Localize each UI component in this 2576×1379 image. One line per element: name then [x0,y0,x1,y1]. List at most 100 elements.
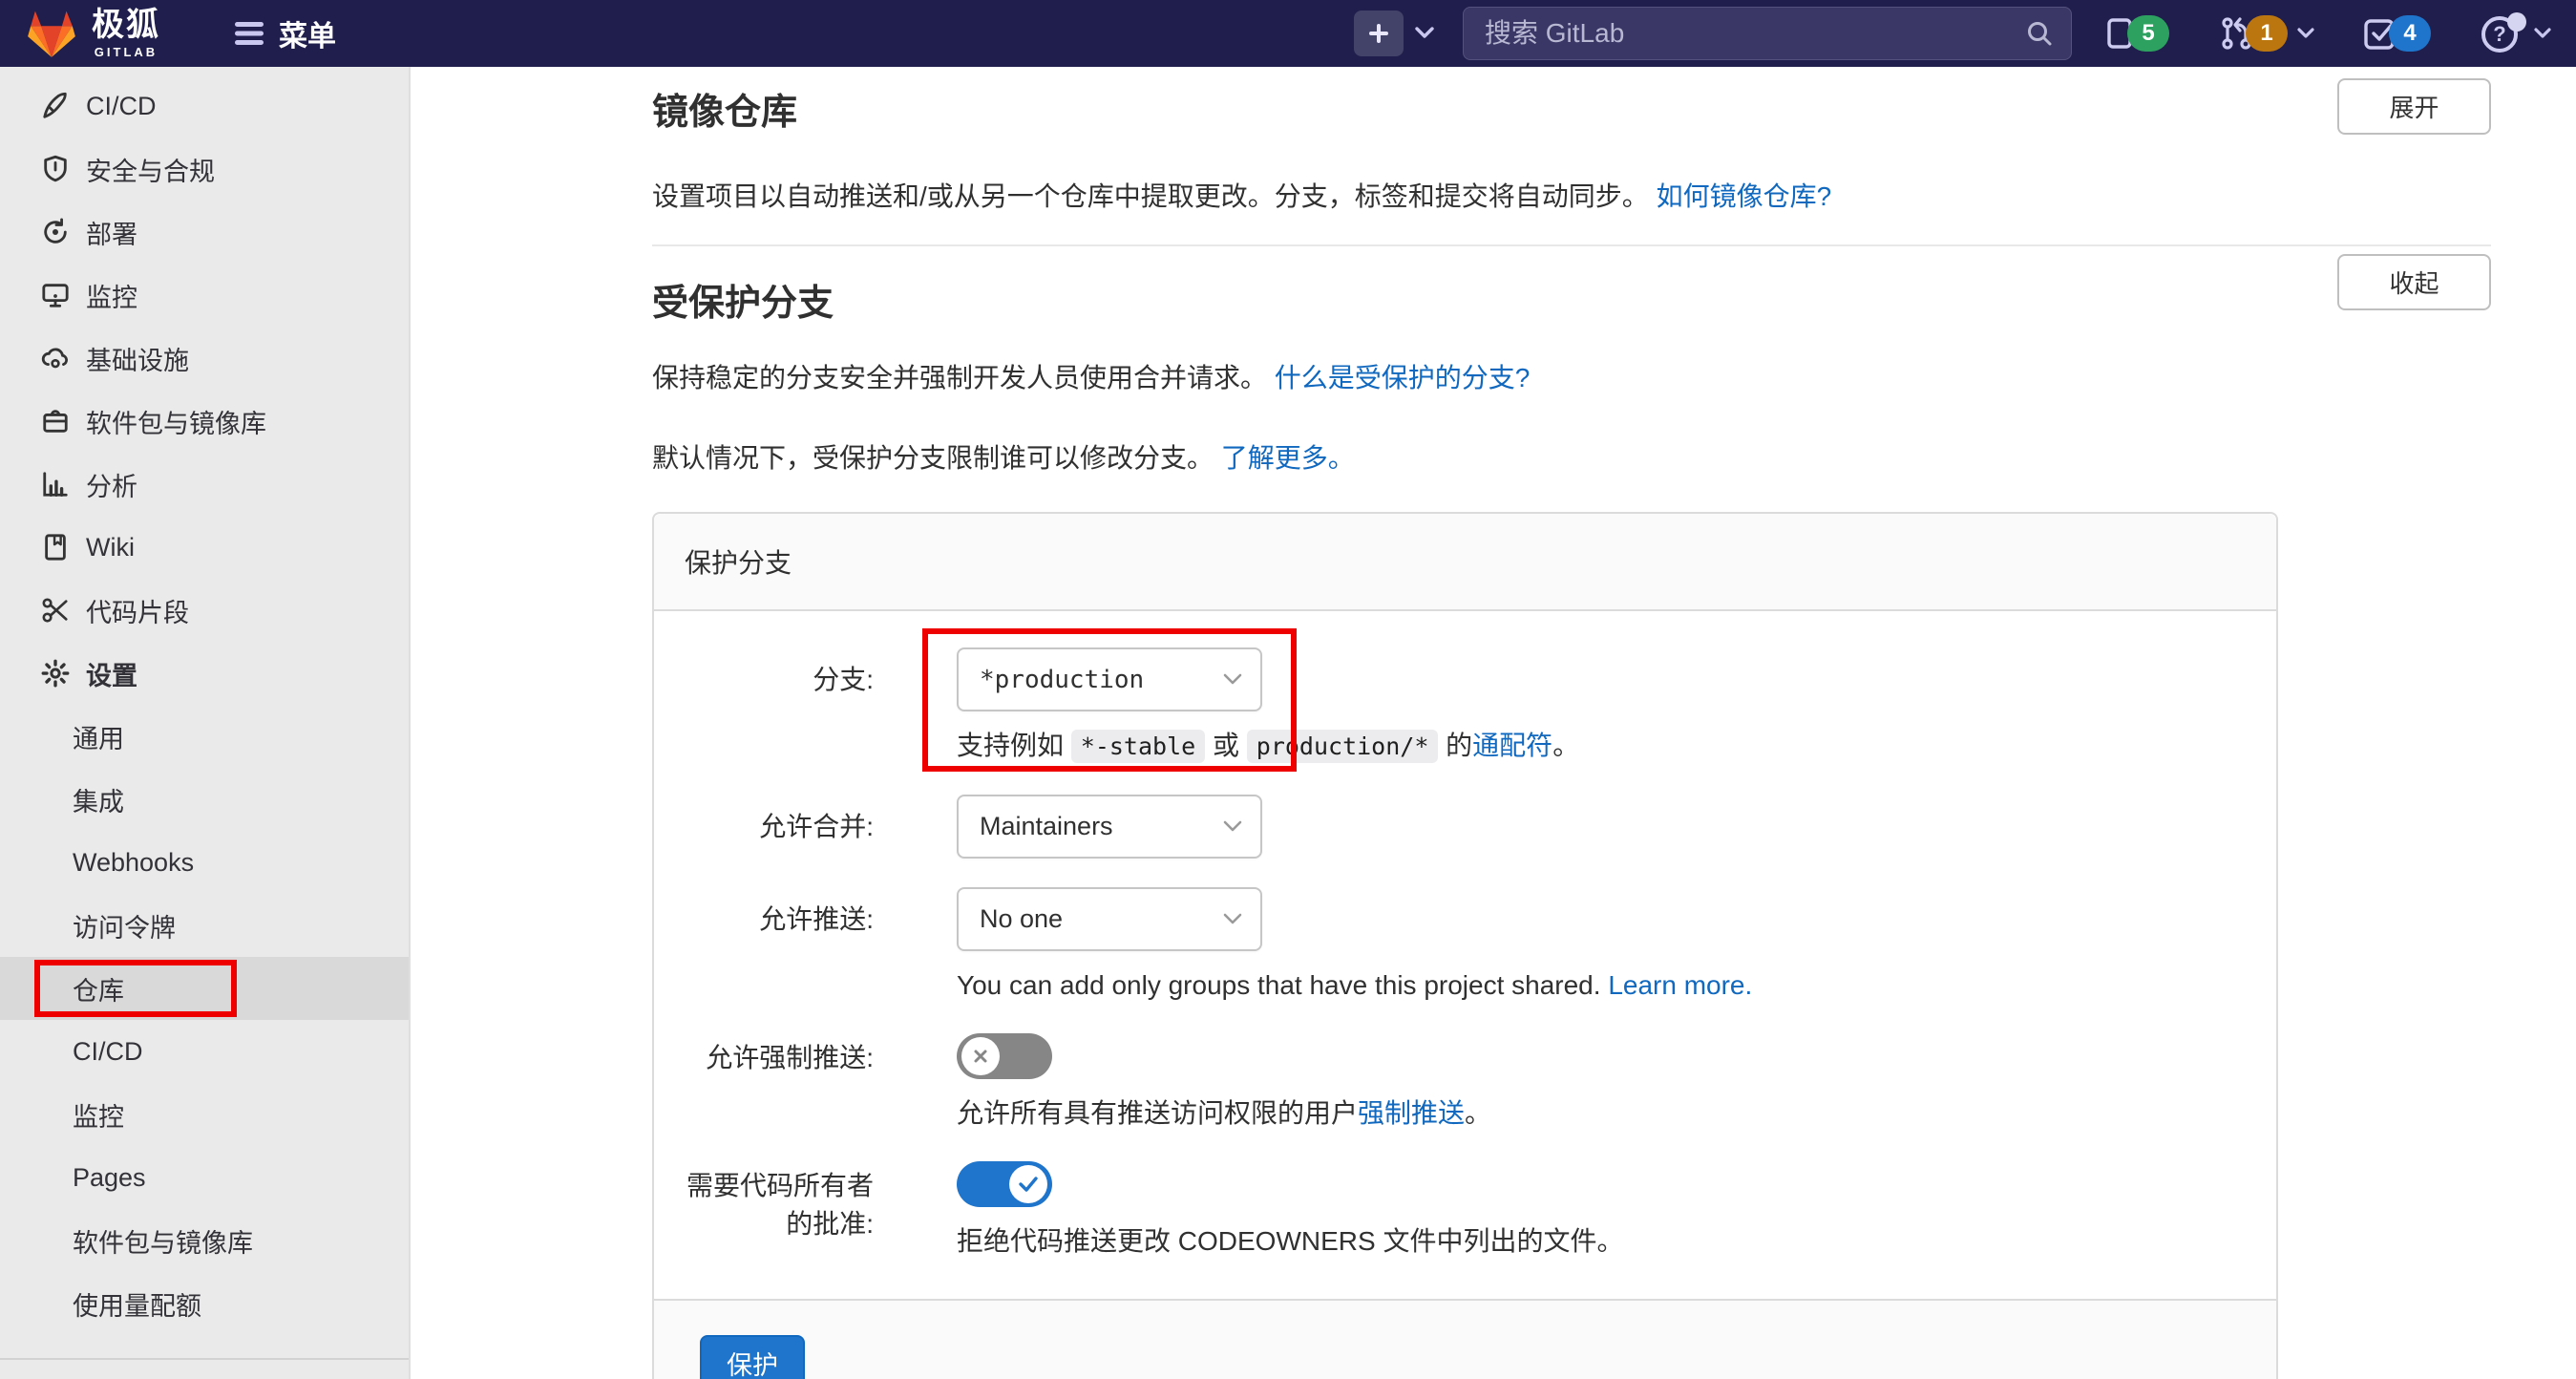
protected-section-title: 受保护分支 [652,281,834,327]
menu-label: 菜单 [279,12,336,54]
wildcard-link[interactable]: 通配符 [1472,731,1552,760]
search-box [1463,7,2072,60]
sidebar-subitem-pages[interactable]: Pages [0,1146,409,1209]
allowed-push-row: 允许推送: No one You can add only groups tha… [685,887,2246,1005]
sidebar-subitem-repository[interactable]: 仓库 [0,957,409,1020]
sidebar-item-snippets[interactable]: 代码片段 [0,579,409,642]
new-dropdown-button[interactable] [1354,11,1434,56]
sidebar-item-security[interactable]: 安全与合规 [0,138,409,201]
package-icon [40,406,71,436]
gitlab-logo[interactable]: 极狐 GITLAB [25,8,160,59]
todo-badge: 4 [2389,15,2431,52]
card-header: 保护分支 [654,514,2276,611]
allowed-merge-row: 允许合并: Maintainers [685,795,2246,859]
protected-branches-section: 受保护分支 收起 保持稳定的分支安全并强制开发人员使用合并请求。 什么是受保护的… [652,281,2491,1379]
mirror-repository-section: 镜像仓库 展开 设置项目以自动推送和/或从另一个仓库中提取更改。分支，标签和提交… [652,90,2491,216]
toggle-knob-check-icon [1009,1165,1047,1203]
search-icon [2025,19,2054,48]
mr-badge: 1 [2246,15,2288,52]
sidebar-subitem-cicd[interactable]: CI/CD [0,1020,409,1083]
settings-content: 镜像仓库 展开 设置项目以自动推送和/或从另一个仓库中提取更改。分支，标签和提交… [411,67,2576,1379]
todos-button[interactable]: 4 [2362,15,2431,52]
monitor-icon [40,280,71,310]
learn-more-link-zh[interactable]: 了解更多。 [1221,443,1355,473]
chevron-down-icon [1222,673,1243,687]
section-divider [652,244,2491,246]
svg-text:?: ? [2493,22,2505,46]
codeowners-row: 需要代码所有者 的批准: 拒绝代码推送更改 CODEOWNERS 文件中列出的文… [685,1161,2246,1261]
branch-row: 分支: *production 支持例如 *-stable 或 producti… [685,647,2246,766]
sidebar-subitem-packages[interactable]: 软件包与镜像库 [0,1209,409,1272]
sidebar-subitem-integrations[interactable]: 集成 [0,768,409,831]
sidebar-subitem-monitor[interactable]: 监控 [0,1083,409,1146]
learn-more-link-en[interactable]: Learn more. [1608,970,1752,1000]
sidebar-item-analytics[interactable]: 分析 [0,453,409,516]
tanuki-logo-icon [25,8,78,59]
chevron-down-icon [1222,913,1243,926]
sidebar-subitem-access-tokens[interactable]: 访问令牌 [0,894,409,957]
sidebar-item-deploy[interactable]: 部署 [0,201,409,264]
force-push-link[interactable]: 强制推送 [1358,1098,1465,1128]
allowed-push-label: 允许推送: [685,887,874,1005]
toggle-knob-x-icon [961,1037,1000,1075]
sidebar-subitem-general[interactable]: 通用 [0,705,409,768]
branch-helper: 支持例如 *-stable 或 production/* 的通配符。 [957,727,2246,766]
scissors-icon [40,595,71,626]
logo-title: 极狐 [92,9,160,41]
mirror-description: 设置项目以自动推送和/或从另一个仓库中提取更改。分支，标签和提交将自动同步。 [652,181,1649,211]
protect-button[interactable]: 保护 [700,1335,805,1379]
rocket-icon [40,91,71,121]
expand-button[interactable]: 展开 [2337,78,2491,135]
sidebar-item-cicd[interactable]: CI/CD [0,74,409,138]
codeowners-toggle[interactable] [957,1161,1052,1207]
sidebar-item-settings[interactable]: 设置 [0,642,409,705]
sidebar-item-wiki[interactable]: Wiki [0,516,409,579]
top-navbar: 极狐 GITLAB 菜单 [0,0,2576,67]
cloud-gear-icon [40,343,71,373]
deploy-icon [40,217,71,247]
help-button[interactable]: ? [2479,11,2551,56]
hamburger-icon [233,20,265,47]
force-push-helper: 允许所有具有推送访问权限的用户强制推送。 [957,1094,2246,1133]
mirror-section-title: 镜像仓库 [652,90,797,136]
sidebar-subitem-usage-quota[interactable]: 使用量配额 [0,1272,409,1335]
book-icon [40,532,71,562]
sidebar-item-monitor[interactable]: 监控 [0,264,409,327]
notification-dot-icon [2507,12,2526,32]
merge-requests-button[interactable]: 1 [2217,14,2314,53]
force-push-row: 允许强制推送: 允许所有具有推送访问权限的用户强制推送。 [685,1033,2246,1133]
codeowners-label: 需要代码所有者 的批准: [685,1161,874,1261]
sidebar-divider [0,1358,409,1360]
protect-branch-card: 保护分支 分支: *production 支持例如 *-stable 或 pr [652,512,2278,1379]
plus-icon [1354,11,1404,56]
chevron-down-icon [1222,820,1243,834]
sidebar-item-packages[interactable]: 软件包与镜像库 [0,390,409,453]
force-push-toggle[interactable] [957,1033,1052,1079]
chevron-down-icon [1415,27,1434,40]
logo-subtitle: GITLAB [95,46,158,58]
card-footer: 保护 [654,1299,2276,1379]
allowed-merge-label: 允许合并: [685,795,874,859]
issues-button[interactable]: 5 [2104,15,2169,52]
shield-icon [40,154,71,184]
annotation-box-repository [34,960,237,1017]
allowed-merge-dropdown[interactable]: Maintainers [957,795,1262,859]
menu-button[interactable]: 菜单 [233,12,336,54]
mirror-help-link[interactable]: 如何镜像仓库? [1657,181,1832,211]
branch-dropdown[interactable]: *production [957,647,1262,711]
code-chip: *-stable [1071,730,1205,763]
sidebar-subitem-webhooks[interactable]: Webhooks [0,831,409,894]
force-push-label: 允许强制推送: [685,1033,874,1133]
sidebar-item-infrastructure[interactable]: 基础设施 [0,327,409,390]
collapse-button[interactable]: 收起 [2337,254,2491,310]
project-sidebar: CI/CD 安全与合规 部署 监控 基础设施 软件包与镜像库 分 [0,67,411,1379]
push-helper: You can add only groups that have this p… [957,966,2246,1005]
allowed-push-dropdown[interactable]: No one [957,887,1262,951]
protected-description-2: 默认情况下，受保护分支限制谁可以修改分支。 [652,443,1214,473]
protected-description-1: 保持稳定的分支安全并强制开发人员使用合并请求。 [652,363,1267,392]
what-protected-link[interactable]: 什么是受保护的分支? [1275,363,1531,392]
codeowners-helper: 拒绝代码推送更改 CODEOWNERS 文件中列出的文件。 [957,1222,2246,1261]
mr-chevron-icon [2297,28,2314,40]
search-input[interactable] [1485,18,2025,49]
issues-badge: 5 [2127,15,2169,52]
